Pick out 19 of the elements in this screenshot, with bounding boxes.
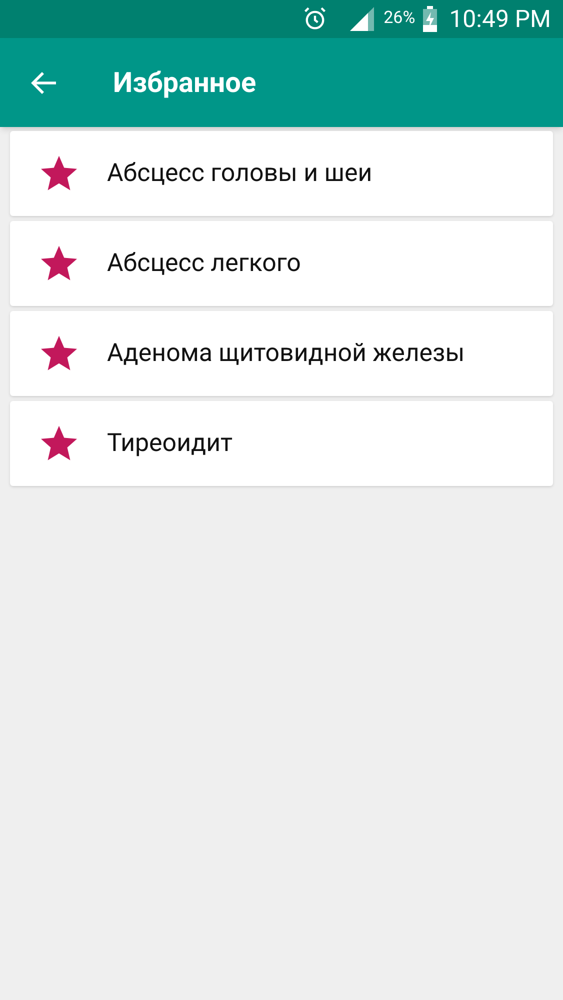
item-title: Абсцесс легкого — [107, 248, 301, 280]
battery-percentage: 26% — [384, 7, 416, 30]
favorite-item[interactable]: Аденома щитовидной железы — [10, 311, 553, 396]
item-title: Абсцесс головы и шеи — [107, 158, 372, 190]
star-icon[interactable] — [38, 154, 78, 192]
favorite-item[interactable]: Абсцесс легкого — [10, 221, 553, 306]
favorite-item[interactable]: Тиреоидит — [10, 401, 553, 486]
item-title: Тиреоидит — [107, 428, 233, 460]
star-icon[interactable] — [38, 334, 78, 372]
star-icon[interactable] — [38, 244, 78, 282]
back-arrow-icon — [31, 70, 57, 94]
star-icon[interactable] — [38, 424, 78, 462]
alarm-clock-icon — [302, 6, 328, 32]
battery-charging-icon — [423, 6, 438, 32]
favorite-item[interactable]: Абсцесс головы и шеи — [10, 131, 553, 216]
signal-icon — [348, 7, 376, 31]
clock-time: 10:49 PM — [449, 4, 551, 35]
item-title: Аденома щитовидной железы — [107, 338, 465, 370]
screen-title: Избранное — [113, 64, 256, 100]
